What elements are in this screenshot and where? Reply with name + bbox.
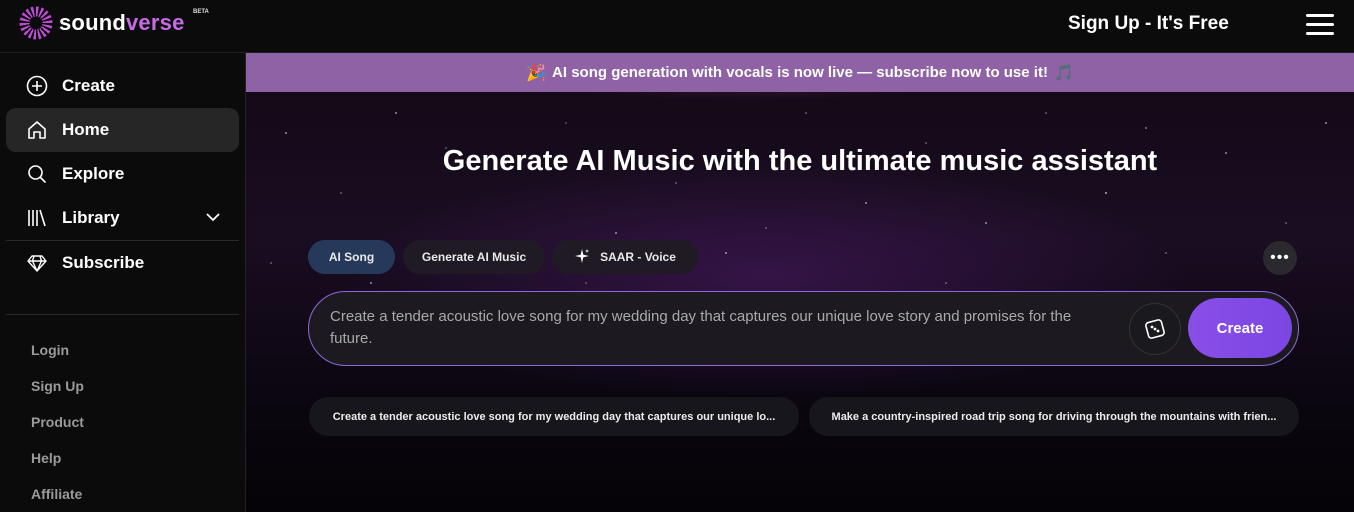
footer-link-signup[interactable]: Sign Up [31, 378, 84, 394]
sidebar-item-label: Subscribe [62, 253, 145, 272]
hamburger-icon[interactable] [1306, 14, 1334, 36]
sparkle-icon [574, 248, 590, 267]
home-icon [26, 119, 48, 141]
footer-link-help[interactable]: Help [31, 450, 61, 466]
diamond-icon [26, 252, 48, 274]
page-title: Generate AI Music with the ultimate musi… [442, 145, 1158, 177]
tab-saar-voice[interactable]: SAAR - Voice [552, 240, 698, 274]
chevron-down-icon[interactable] [205, 209, 221, 230]
logo-mark-icon [19, 6, 53, 40]
logo-text-verse: verse [126, 10, 185, 35]
banner-text: AI song generation with vocals is now li… [552, 64, 1048, 81]
starfield-background [270, 112, 1327, 299]
tab-ai-song[interactable]: AI Song [308, 240, 395, 274]
sidebar-item-subscribe[interactable]: Subscribe [6, 241, 239, 285]
tab-label: SAAR - Voice [600, 250, 676, 264]
sidebar-item-library[interactable]: Library [6, 196, 239, 240]
plus-circle-icon [26, 75, 48, 97]
footer-link-login[interactable]: Login [31, 342, 69, 358]
footer-link-affiliate[interactable]: Affiliate [31, 486, 82, 502]
sidebar-item-label: Explore [62, 164, 125, 183]
soundverse-logo[interactable]: soundverse BETA [19, 6, 209, 40]
signup-button[interactable]: Sign Up - It's Free [1068, 13, 1229, 35]
logo-text: soundverse [59, 10, 185, 36]
tab-generate-ai-music[interactable]: Generate AI Music [403, 240, 545, 274]
prompt-input-container[interactable]: Create a tender acoustic love song for m… [308, 291, 1299, 366]
library-icon [26, 207, 48, 229]
logo-text-sound: sound [59, 10, 126, 35]
more-options-button[interactable]: ••• [1263, 241, 1297, 275]
sidebar-item-create[interactable]: Create [6, 64, 239, 108]
search-icon [26, 163, 48, 185]
create-button[interactable]: Create [1188, 298, 1292, 358]
beta-badge: BETA [193, 9, 209, 15]
party-popper-icon: 🎉 [526, 64, 547, 82]
sidebar-item-label: Library [62, 208, 120, 227]
sidebar-item-label: Home [62, 120, 110, 139]
suggestion-chip[interactable]: Create a tender acoustic love song for m… [309, 397, 799, 436]
announcement-banner[interactable]: 🎉 AI song generation with vocals is now … [246, 53, 1354, 92]
top-bar: soundverse BETA Sign Up - It's Free [0, 0, 1354, 53]
prompt-input[interactable]: Create a tender acoustic love song for m… [330, 306, 1110, 350]
sidebar-item-explore[interactable]: Explore [6, 152, 239, 196]
main-content: 🎉 AI song generation with vocals is now … [246, 53, 1354, 512]
sidebar-item-label: Create [62, 76, 115, 95]
sidebar: Create Home Explore Library Subscribe Lo… [0, 53, 246, 512]
footer-link-product[interactable]: Product [31, 414, 84, 430]
sidebar-item-home[interactable]: Home [6, 108, 239, 152]
music-note-icon: 🎵 [1053, 64, 1074, 82]
sidebar-divider [6, 314, 239, 315]
dice-icon[interactable] [1129, 303, 1181, 355]
suggestion-chip[interactable]: Make a country-inspired road trip song f… [809, 397, 1299, 436]
